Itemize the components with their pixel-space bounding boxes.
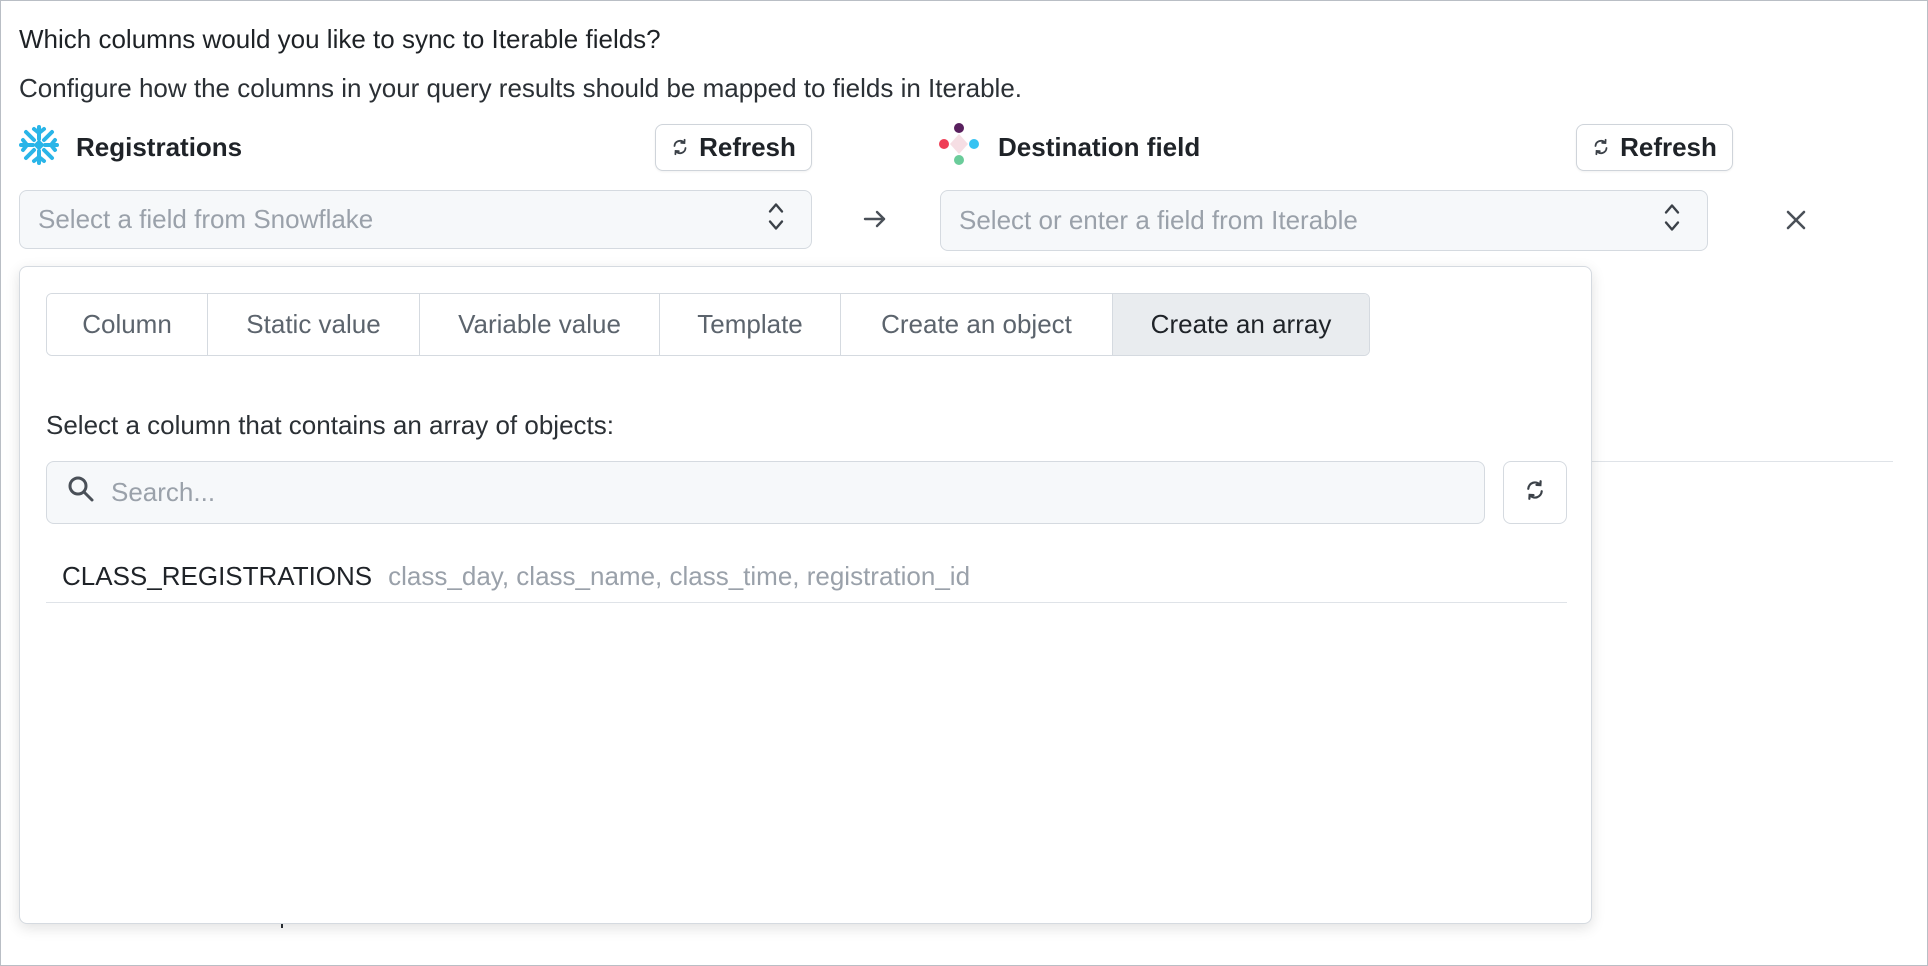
search-placeholder: Search... [111,477,216,507]
source-title: Registrations [76,131,243,162]
refresh-label: Refresh [1620,132,1717,162]
destination-title: Destination field [998,131,1201,162]
refresh-icon [671,132,689,163]
column-subfields: class_day, class_name, class_time, regis… [388,561,971,591]
arrow-right-icon [862,206,888,237]
mapping-popover: Column Static value Variable value Templ… [19,266,1592,924]
page-title: Which columns would you like to sync to … [19,24,661,54]
refresh-icon [1524,479,1546,506]
array-column-instruction: Select a column that contains an array o… [46,410,614,440]
tab-static-value[interactable]: Static value [208,294,420,355]
destination-field-select[interactable]: Select or enter a field from Iterable [940,190,1708,251]
mapping-type-tabs: Column Static value Variable value Templ… [46,293,1370,356]
column-name: CLASS_REGISTRATIONS [62,561,373,591]
source-refresh-button[interactable]: Refresh [655,124,812,171]
tab-template[interactable]: Template [660,294,841,355]
destination-select-placeholder: Select or enter a field from Iterable [959,205,1358,235]
background-divider [1590,461,1893,462]
refresh-label: Refresh [699,132,796,162]
chevron-up-down-icon [767,199,785,240]
tab-create-array[interactable]: Create an array [1113,294,1369,355]
close-icon[interactable] [1783,207,1809,238]
tab-column[interactable]: Column [47,294,208,355]
chevron-up-down-icon [1663,200,1681,241]
search-icon [67,475,95,510]
snowflake-icon [18,124,60,171]
column-search-input[interactable]: Search... [46,461,1485,524]
refresh-icon [1592,132,1610,163]
tab-create-object[interactable]: Create an object [841,294,1113,355]
tab-variable-value[interactable]: Variable value [420,294,660,355]
page-subtitle: Configure how the columns in your query … [19,73,1023,103]
source-select-placeholder: Select a field from Snowflake [38,204,374,234]
destination-refresh-button[interactable]: Refresh [1576,124,1733,171]
list-item[interactable]: CLASS_REGISTRATIONS class_day, class_nam… [46,551,1567,603]
iterable-logo-icon [938,122,980,173]
refresh-columns-button[interactable] [1503,461,1567,524]
source-field-select[interactable]: Select a field from Snowflake [19,190,812,249]
